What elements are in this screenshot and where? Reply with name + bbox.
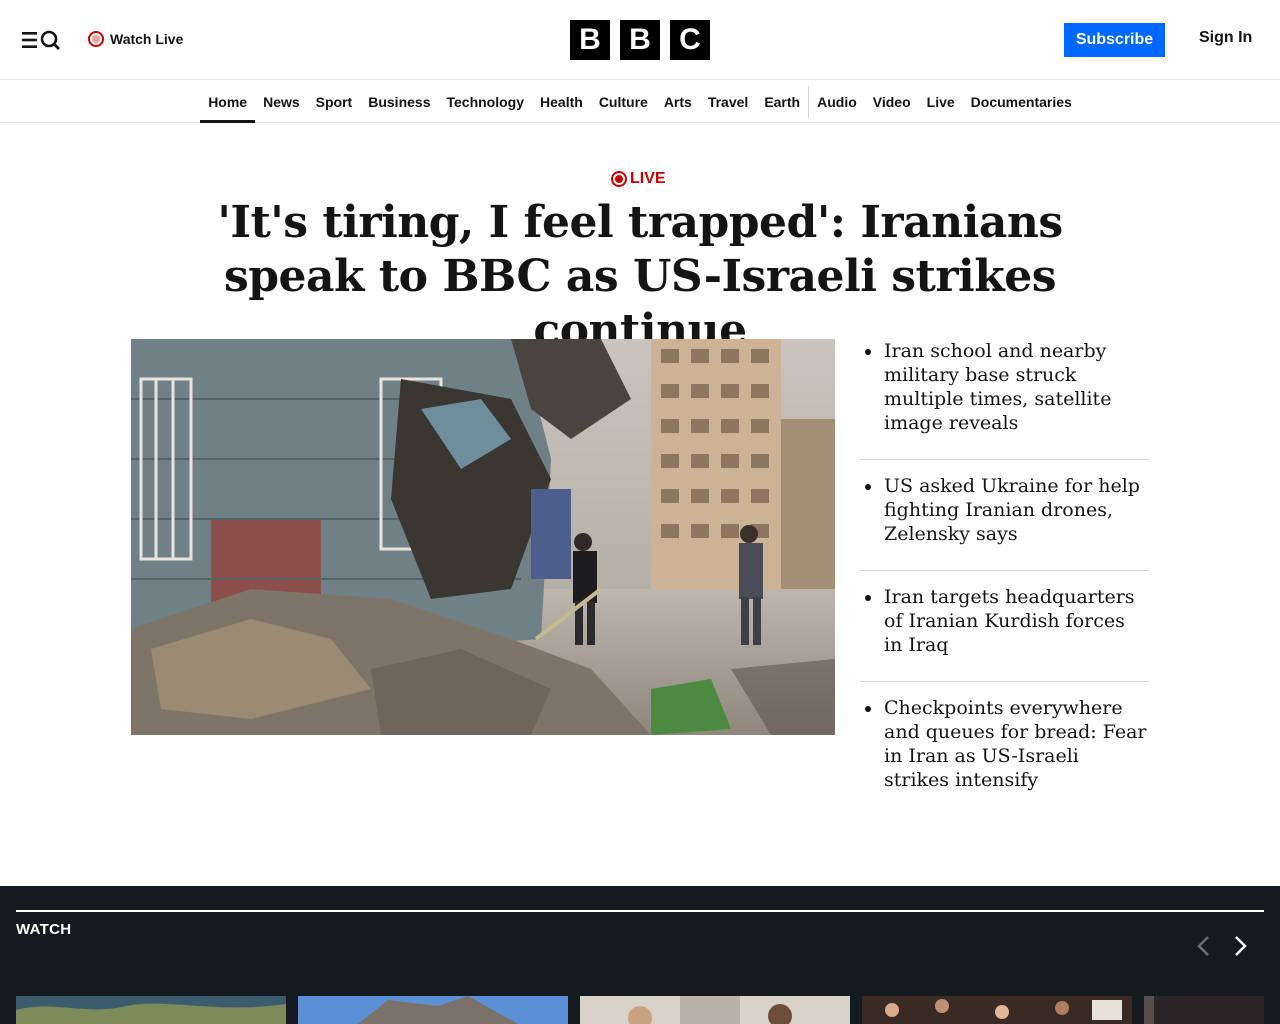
chevron-left-icon [1197,936,1209,956]
top-header: Watch Live B B C Subscribe Sign In [0,0,1280,80]
nav-item-arts[interactable]: Arts [656,81,700,123]
video-thumbnail[interactable] [16,996,286,1024]
watch-live-link[interactable]: Watch Live [88,29,183,49]
menu-search-icon [22,30,60,50]
nav-item-documentaries[interactable]: Documentaries [963,81,1080,123]
subscribe-button[interactable]: Subscribe [1064,23,1165,57]
live-label: LIVE [630,170,666,187]
partial-thumbnail-image [1144,996,1264,1024]
related-story[interactable]: US asked Ukraine for help fighting Irani… [860,474,1149,571]
logo-letter-b2: B [620,20,660,60]
related-story[interactable]: Iran targets headquarters of Iranian Kur… [860,585,1149,682]
related-story-title: US asked Ukraine for help fighting Irani… [884,475,1140,545]
nav-item-culture[interactable]: Culture [591,81,656,123]
live-badge: LIVE [611,170,666,188]
video-thumbnail[interactable] [862,996,1132,1024]
protest-thumbnail-image [862,996,1132,1024]
live-ring-icon [611,171,627,187]
nav-item-video[interactable]: Video [865,81,919,123]
nav-item-health[interactable]: Health [532,81,591,123]
watch-heading: WATCH [16,921,72,938]
map-thumbnail-image [16,996,286,1024]
lead-headline[interactable]: 'It's tiring, I feel trapped': Iranians … [160,196,1120,358]
ruins-thumbnail-image [298,996,568,1024]
bbc-logo[interactable]: B B C [570,20,710,60]
related-story-title: Iran school and nearby military base str… [884,340,1112,434]
nav-item-technology[interactable]: Technology [438,81,532,123]
menu-search-button[interactable] [20,27,64,53]
nav-item-home[interactable]: Home [200,81,256,123]
nav-item-live[interactable]: Live [919,81,963,123]
crowd-thumbnail-image [580,996,850,1024]
logo-letter-c: C [670,20,710,60]
carousel-prev-button[interactable] [1192,934,1216,958]
watch-live-label: Watch Live [110,31,184,47]
related-story-title: Iran targets headquarters of Iranian Kur… [884,586,1135,656]
nav-item-earth[interactable]: Earth [756,81,808,123]
nav-item-news[interactable]: News [255,81,308,123]
carousel-next-button[interactable] [1228,934,1252,958]
nav-item-travel[interactable]: Travel [700,81,756,123]
lead-image[interactable] [131,339,835,735]
nav-item-business[interactable]: Business [360,81,438,123]
related-story-title: Checkpoints everywhere and queues for br… [884,697,1147,791]
related-story[interactable]: Iran school and nearby military base str… [860,339,1149,460]
bombed-street-photo [131,339,835,735]
chevron-right-icon [1235,936,1247,956]
nav-items: Home News Sport Business Technology Heal… [200,81,1080,123]
sign-in-link[interactable]: Sign In [1199,29,1252,47]
related-story[interactable]: Checkpoints everywhere and queues for br… [860,696,1149,816]
nav-item-audio[interactable]: Audio [809,81,865,123]
related-stories: Iran school and nearby military base str… [860,339,1149,830]
live-indicator-icon [88,31,104,47]
nav-item-sport[interactable]: Sport [308,81,361,123]
video-thumbnail[interactable] [1144,996,1264,1024]
video-thumbnail[interactable] [580,996,850,1024]
main-nav: Home News Sport Business Technology Heal… [0,81,1280,123]
watch-section: WATCH [0,886,1280,1024]
video-thumbnail[interactable] [298,996,568,1024]
logo-letter-b1: B [570,20,610,60]
watch-divider [16,910,1264,912]
